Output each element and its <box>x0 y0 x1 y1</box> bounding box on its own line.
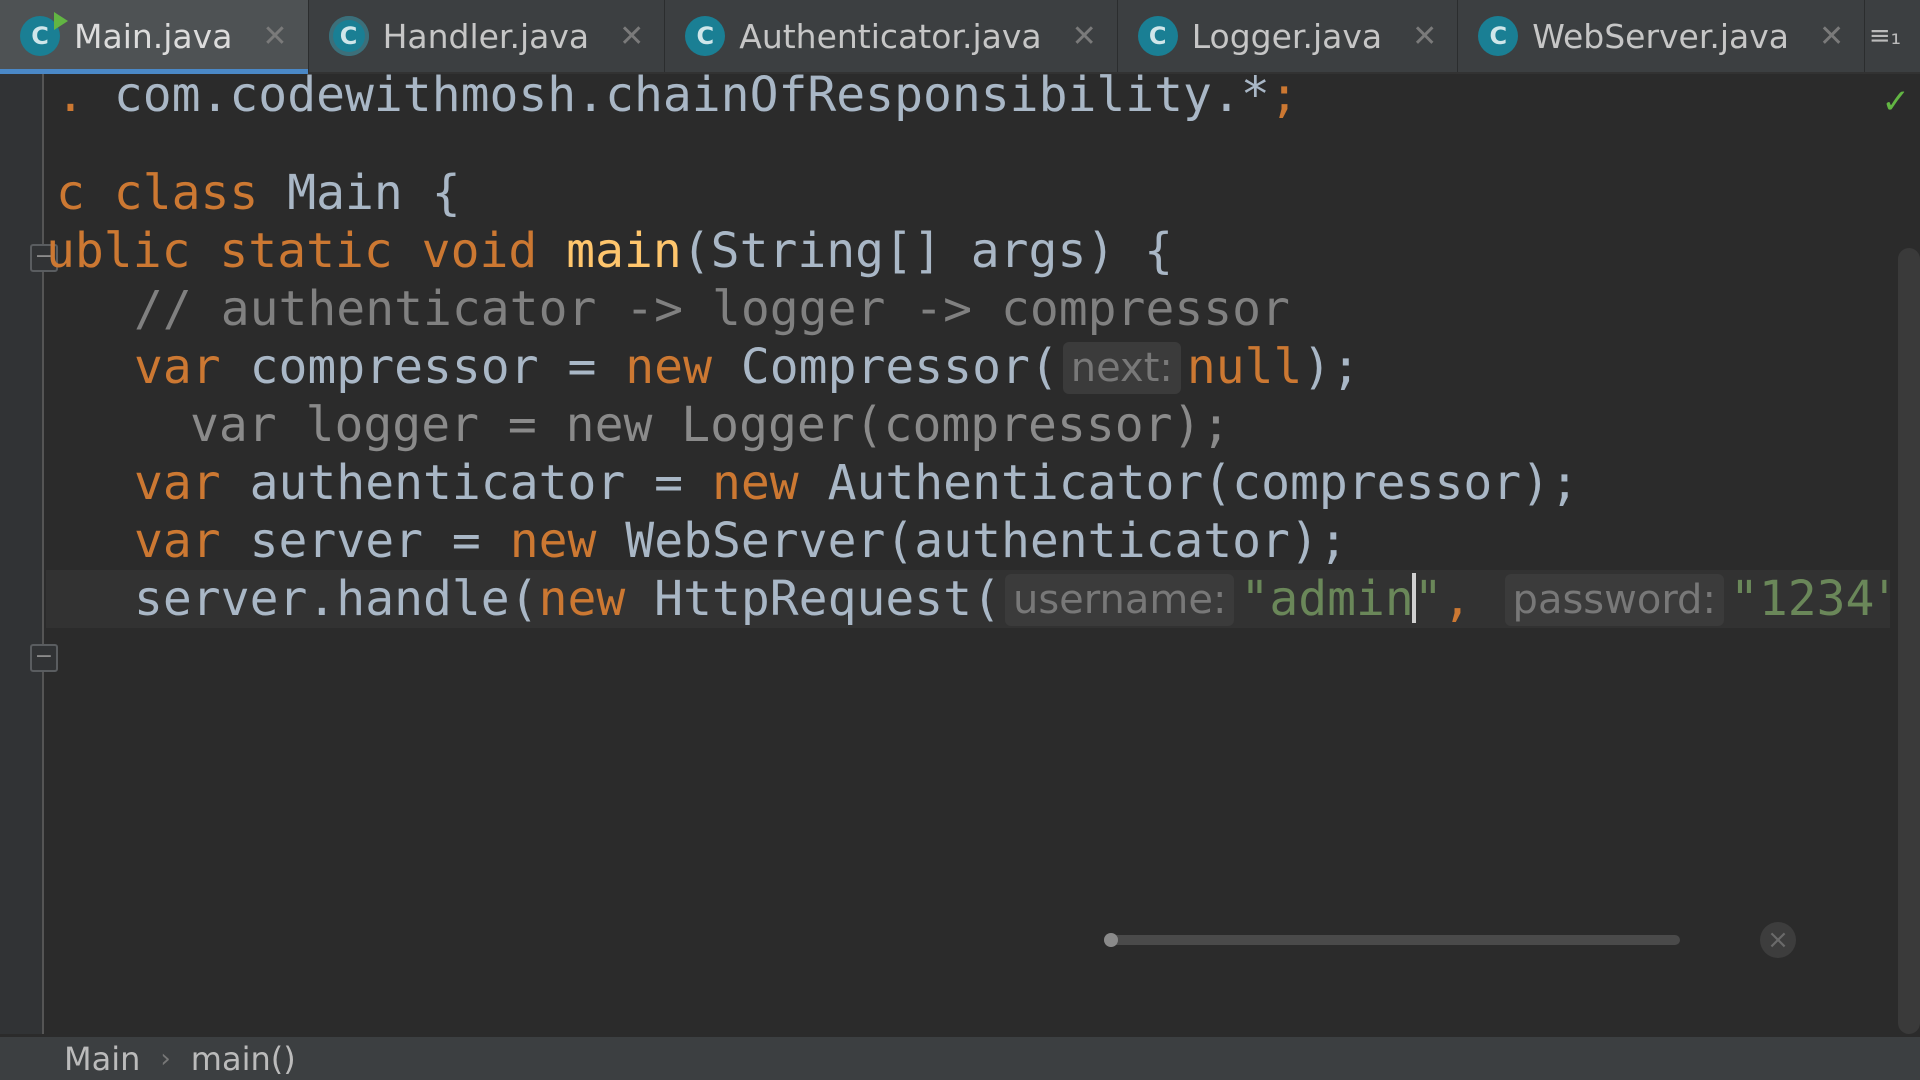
inspection-ok-icon[interactable]: ✓ <box>1882 82 1911 122</box>
code-line-authenticator: var authenticator = new Authenticator(co… <box>134 455 1579 511</box>
close-icon[interactable]: ✕ <box>262 19 287 54</box>
class-icon: C <box>1137 16 1178 56</box>
chevron-right-icon: › <box>160 1043 171 1074</box>
tab-label: WebServer.java <box>1532 16 1790 56</box>
code-line-main: ublic static void main(String[] args) { <box>46 223 1174 279</box>
abstract-class-icon: C <box>328 16 369 56</box>
tab-authenticator-java[interactable]: C Authenticator.java ✕ <box>665 0 1118 72</box>
code-line-class: c class Main { <box>56 165 461 221</box>
code-editor[interactable]: . com.codewithmosh.chainOfResponsibility… <box>46 74 1890 1034</box>
tab-label: Main.java <box>74 16 233 56</box>
class-icon: C <box>20 12 68 56</box>
parameter-hint: password: <box>1504 574 1724 626</box>
parameter-hint: next: <box>1062 342 1181 394</box>
code-line-handle-current: server.handle(new HttpRequest(username: "… <box>46 570 1890 628</box>
tab-handler-java[interactable]: C Handler.java ✕ <box>309 0 666 72</box>
tab-label: Handler.java <box>382 16 590 56</box>
scrollbar-thumb[interactable] <box>1104 933 1118 947</box>
class-icon: C <box>1478 16 1519 56</box>
code-line-server: var server = new WebServer(authenticator… <box>134 513 1348 569</box>
breadcrumb: Main › main() <box>0 1036 1920 1080</box>
tab-logger-java[interactable]: C Logger.java ✕ <box>1118 0 1459 72</box>
code-line-logger-unused: var logger = new Logger(compressor); <box>190 397 1231 453</box>
close-icon[interactable]: ✕ <box>1072 19 1097 54</box>
vertical-scrollbar[interactable] <box>1898 248 1920 1034</box>
tab-label: Authenticator.java <box>739 16 1042 56</box>
close-icon[interactable]: ✕ <box>1412 19 1437 54</box>
parameter-hint: username: <box>1004 574 1235 626</box>
close-icon[interactable]: × <box>1760 922 1796 958</box>
run-icon <box>54 12 68 30</box>
code-line-comment: // authenticator -> logger -> compressor <box>134 281 1290 337</box>
breadcrumb-item-main[interactable]: Main <box>64 1040 140 1078</box>
editor-gutter: − − <box>0 74 58 1034</box>
code-line-import: . com.codewithmosh.chainOfResponsibility… <box>56 74 1299 123</box>
tab-label: Logger.java <box>1191 16 1383 56</box>
close-icon[interactable]: ✕ <box>1819 19 1844 54</box>
tab-main-java[interactable]: C Main.java ✕ <box>0 0 309 74</box>
tabs-list-menu-icon[interactable]: ≡₁ <box>1850 0 1920 72</box>
horizontal-scrollbar[interactable] <box>1106 935 1680 945</box>
editor-tab-bar: C Main.java ✕ C Handler.java ✕ C Authent… <box>0 0 1920 74</box>
code-line-compressor: var compressor = new Compressor(next: nul… <box>134 339 1361 395</box>
breadcrumb-item-main-method[interactable]: main() <box>191 1040 296 1078</box>
close-icon[interactable]: ✕ <box>619 19 644 54</box>
class-icon: C <box>685 16 726 56</box>
tab-webserver-java[interactable]: C WebServer.java ✕ <box>1458 0 1866 72</box>
